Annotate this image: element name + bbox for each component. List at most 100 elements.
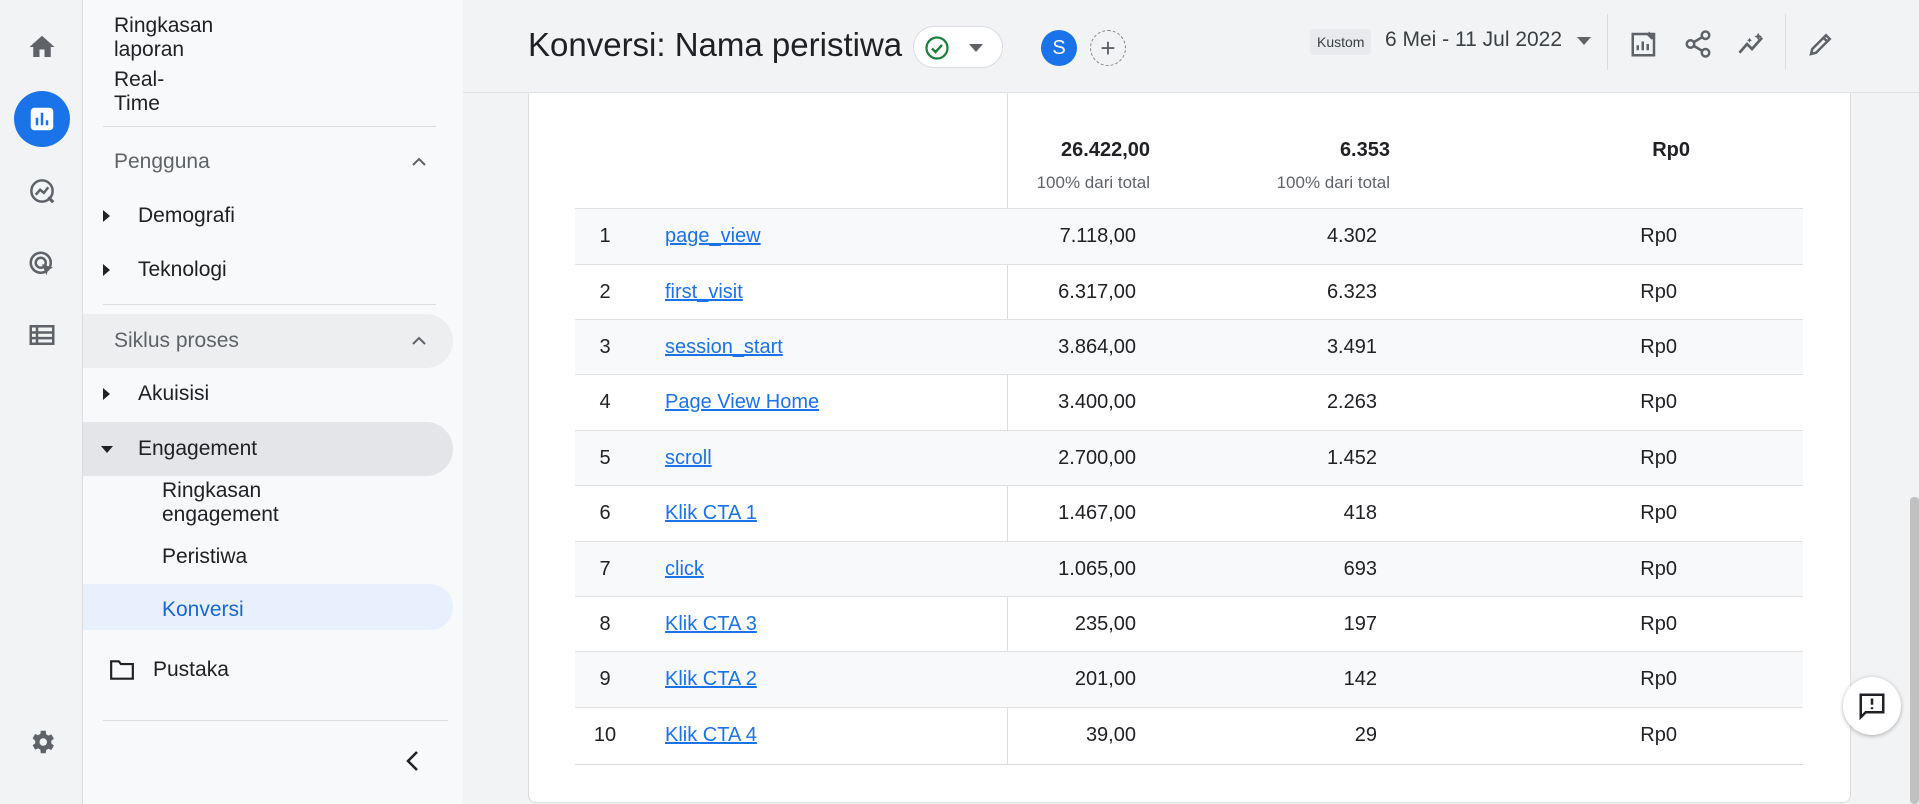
report-table-card: 26.422,00 100% dari total 6.353 100% dar…	[528, 93, 1851, 803]
conversions-cell: 6.317,00	[1058, 281, 1136, 303]
revenue-cell: Rp0	[1640, 336, 1677, 358]
nav-label: Ringkasan laporan	[114, 14, 214, 61]
conversions-cell: 1.065,00	[1058, 558, 1136, 580]
event-name-link[interactable]: session_start	[665, 336, 783, 359]
collapse-arrow-icon	[101, 446, 113, 453]
users-cell: 6.323	[1326, 281, 1377, 303]
users-cell: 3.491	[1326, 336, 1377, 358]
report-header: Konversi: Nama peristiwa S + Kustom 6 Me…	[463, 0, 1919, 93]
nav-label: Engagement	[138, 437, 258, 460]
conversions-cell: 1.467,00	[1058, 502, 1136, 524]
users-cell: 1.452	[1326, 447, 1377, 469]
nav-label: Real-Time	[114, 68, 165, 115]
users-cell: 142	[1343, 668, 1377, 690]
page-title: Konversi: Nama peristiwa	[528, 26, 903, 63]
toolbar-separator	[1785, 14, 1786, 70]
event-name-link[interactable]: Klik CTA 3	[665, 613, 757, 636]
conversions-cell: 2.700,00	[1058, 447, 1136, 469]
users-cell: 2.263	[1326, 391, 1377, 413]
revenue-cell: Rp0	[1640, 724, 1677, 746]
revenue-cell: Rp0	[1640, 447, 1677, 469]
revenue-cell: Rp0	[1640, 391, 1677, 413]
users-cell: 29	[1354, 724, 1377, 746]
row-index: 8	[599, 613, 611, 635]
expand-arrow-icon	[103, 388, 110, 400]
table-row: 10 Klik CTA 4 39,00 29 Rp0	[575, 707, 1803, 763]
advertising-icon[interactable]	[14, 236, 70, 292]
table-row: 7 click 1.065,00 693 Rp0	[575, 541, 1803, 597]
total-conversions: 26.422,00	[1061, 139, 1150, 161]
conversions-cell: 235,00	[1074, 613, 1136, 635]
total-conversions-sub: 100% dari total	[1036, 173, 1150, 192]
divider	[103, 126, 436, 127]
divider	[103, 720, 448, 721]
settings-icon[interactable]	[14, 714, 70, 770]
explore-icon[interactable]	[14, 163, 70, 219]
table-row: 5 scroll 2.700,00 1.452 Rp0	[575, 430, 1803, 486]
revenue-cell: Rp0	[1640, 558, 1677, 580]
configure-icon[interactable]	[14, 307, 70, 363]
revenue-cell: Rp0	[1640, 613, 1677, 635]
conversions-cell: 39,00	[1085, 724, 1136, 746]
expand-arrow-icon	[103, 210, 110, 222]
row-index: 6	[599, 502, 611, 524]
table-bottom-border	[575, 764, 1803, 765]
add-comparison-button[interactable]: +	[1090, 30, 1126, 66]
nav-section-label: Siklus proses	[114, 329, 239, 352]
row-index: 4	[599, 391, 611, 413]
revenue-cell: Rp0	[1640, 281, 1677, 303]
revenue-cell: Rp0	[1640, 502, 1677, 524]
row-index: 2	[599, 281, 611, 303]
chevron-down-icon	[969, 44, 983, 52]
users-cell: 693	[1343, 558, 1377, 580]
total-users: 6.353	[1339, 139, 1390, 161]
row-index: 5	[599, 447, 611, 469]
row-index: 1	[599, 225, 611, 247]
row-index: 9	[599, 668, 611, 690]
feedback-button[interactable]	[1843, 677, 1901, 735]
feedback-icon	[1859, 693, 1885, 721]
event-name-link[interactable]: first_visit	[665, 281, 743, 304]
customize-report-icon[interactable]	[1622, 22, 1666, 66]
table-row: 4 Page View Home 3.400,00 2.263 Rp0	[575, 374, 1803, 430]
icon-rail	[0, 0, 83, 804]
table-row: 2 first_visit 6.317,00 6.323 Rp0	[575, 264, 1803, 320]
status-chip[interactable]	[913, 26, 1003, 68]
event-name-link[interactable]: scroll	[665, 447, 712, 470]
home-icon[interactable]	[14, 19, 70, 75]
event-name-link[interactable]: page_view	[665, 225, 761, 248]
event-name-link[interactable]: Klik CTA 1	[665, 502, 757, 525]
scrollbar-thumb[interactable]	[1910, 497, 1919, 804]
reports-icon[interactable]	[14, 91, 70, 147]
event-name-link[interactable]: Klik CTA 4	[665, 724, 757, 747]
users-cell: 4.302	[1326, 225, 1377, 247]
row-index: 10	[593, 724, 617, 746]
nav-section-users[interactable]: Pengguna	[83, 136, 443, 188]
collapse-nav-icon[interactable]	[403, 750, 423, 772]
toolbar-separator	[1607, 14, 1608, 70]
row-index: 7	[599, 558, 611, 580]
event-name-link[interactable]: Klik CTA 2	[665, 668, 757, 691]
divider	[103, 304, 436, 305]
nav-konversi-bg	[83, 584, 453, 630]
share-icon[interactable]	[1676, 22, 1720, 66]
chevron-up-icon	[412, 336, 426, 345]
table-row: 6 Klik CTA 1 1.467,00 418 Rp0	[575, 485, 1803, 541]
total-revenue: Rp0	[1652, 139, 1690, 161]
main-area: 26.422,00 100% dari total 6.353 100% dar…	[463, 0, 1919, 804]
date-dropdown-icon[interactable]	[1577, 37, 1591, 45]
avatar[interactable]: S	[1041, 30, 1077, 66]
folder-icon	[110, 660, 134, 680]
users-cell: 418	[1343, 502, 1377, 524]
revenue-cell: Rp0	[1640, 668, 1677, 690]
event-name-link[interactable]: Page View Home	[665, 391, 819, 414]
insights-icon[interactable]	[1730, 22, 1774, 66]
nav-label: Teknologi	[138, 258, 227, 281]
nav-section-lifecycle[interactable]: Siklus proses	[83, 315, 443, 367]
date-range-picker[interactable]: 6 Mei - 11 Jul 2022	[1385, 28, 1562, 52]
nav-label: Akuisisi	[138, 382, 210, 405]
chevron-up-icon	[412, 157, 426, 166]
edit-icon[interactable]	[1799, 22, 1843, 66]
table-row: 9 Klik CTA 2 201,00 142 Rp0	[575, 651, 1803, 707]
event-name-link[interactable]: click	[665, 558, 704, 581]
